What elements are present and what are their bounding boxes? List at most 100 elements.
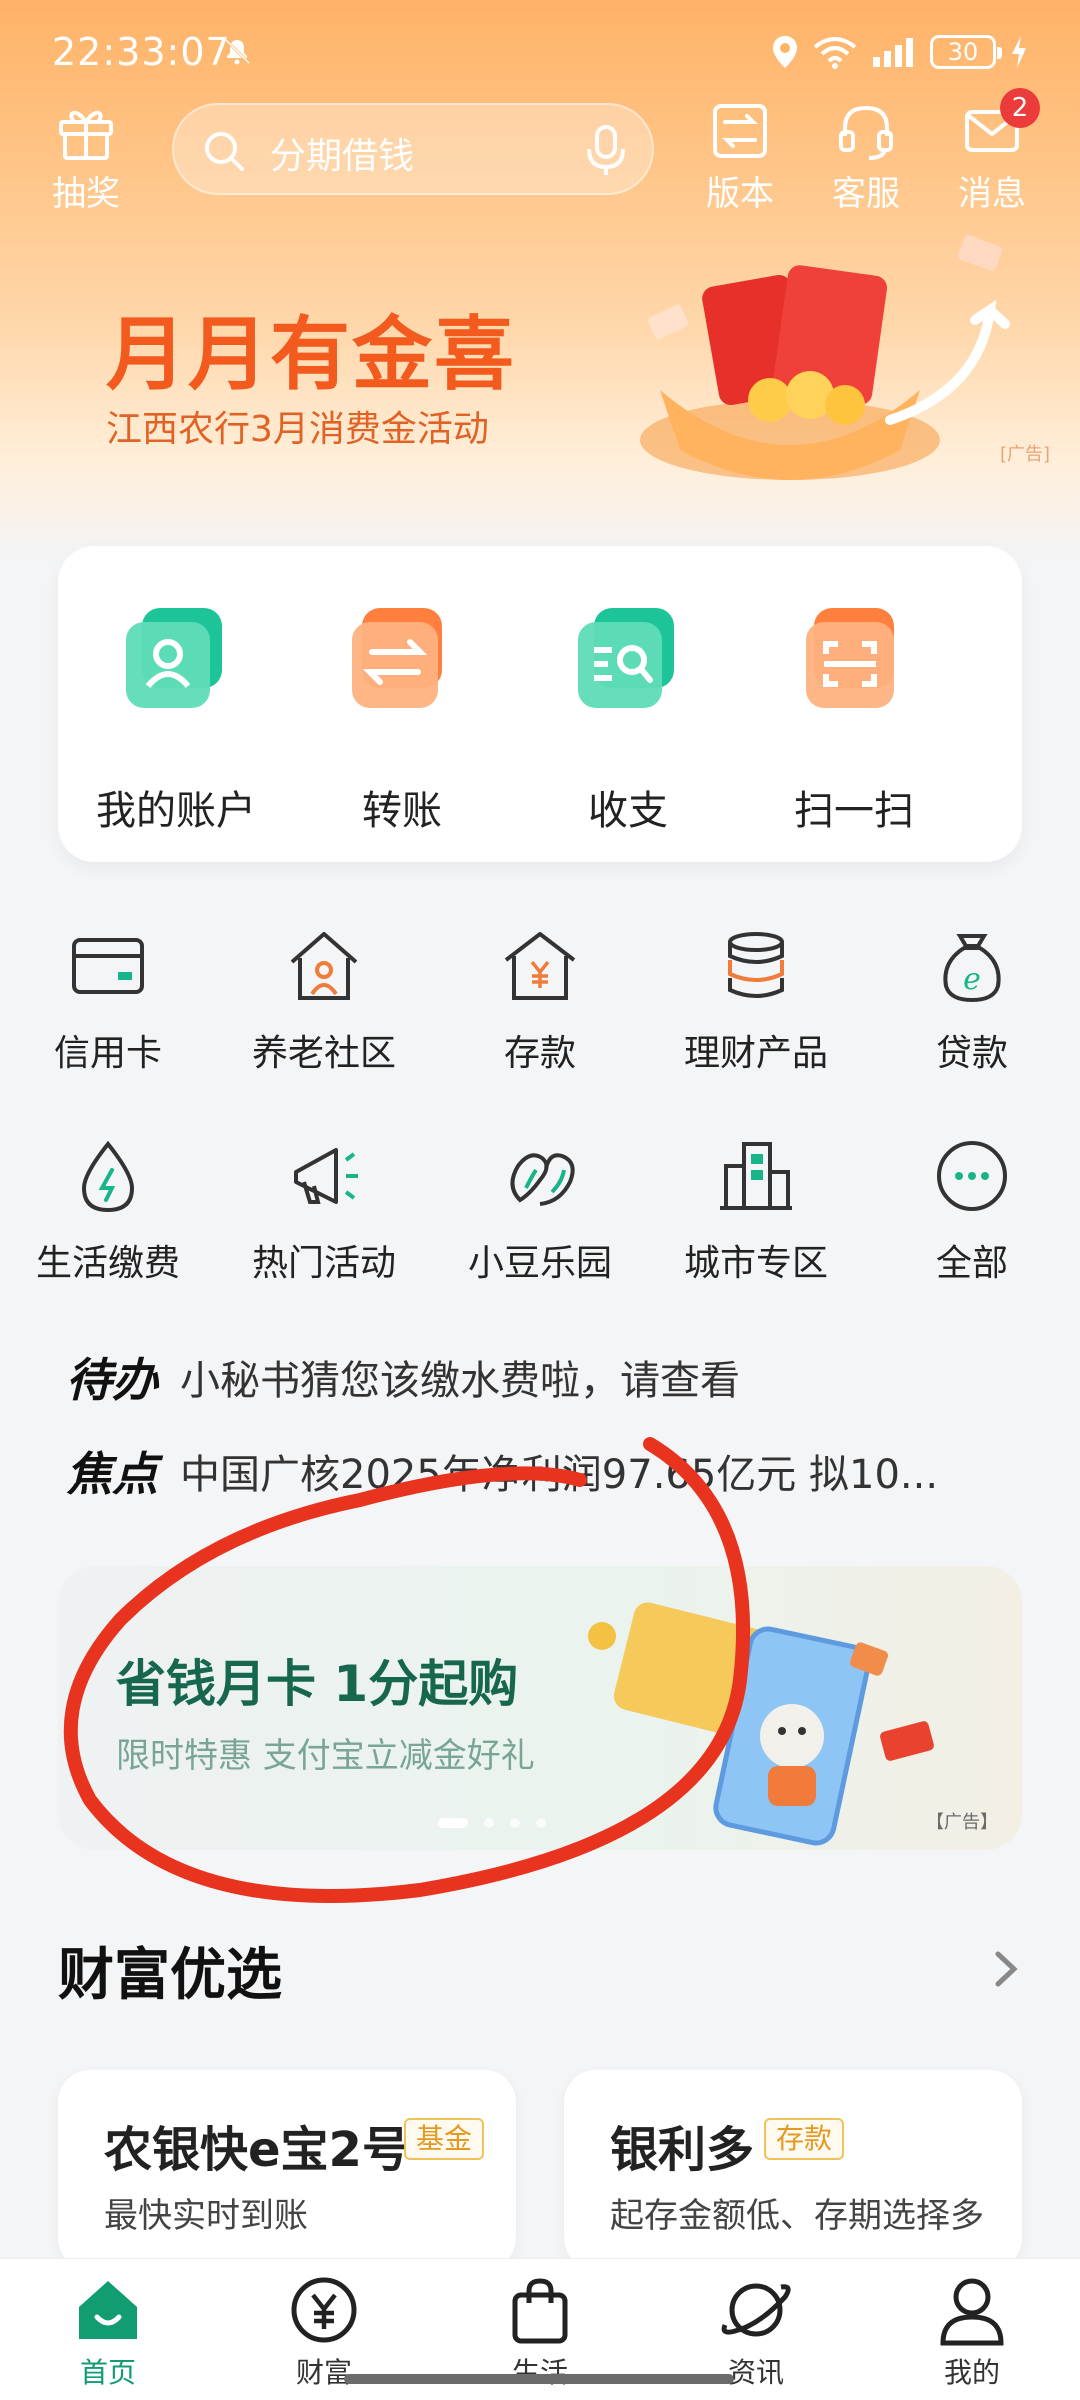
city-zone-icon xyxy=(720,1142,792,1210)
credit-card-icon xyxy=(72,938,144,994)
more-icon xyxy=(937,1141,1007,1211)
quick-actions-card: 我的账户 转账 收支 扫一扫 xyxy=(58,546,1022,862)
version-button[interactable]: 版本 xyxy=(680,100,800,220)
wifi-icon xyxy=(813,37,857,69)
wealth-card-name: 农银快e宝2号 xyxy=(104,2122,410,2178)
nav-label: 我的 xyxy=(943,2356,1000,2389)
service-utility-payment[interactable]: 生活缴费 xyxy=(8,1136,208,1286)
wealth-products-icon xyxy=(728,932,784,998)
ad-title: 省钱月卡 1分起购 xyxy=(116,1655,519,1713)
todo-message[interactable]: 小秘书猜您该缴水费啦，请查看 xyxy=(180,1348,740,1406)
service-label: 热门活动 xyxy=(251,1243,396,1284)
ad-label: 【广告】 xyxy=(926,1812,998,1833)
quick-action-label: 转账 xyxy=(362,788,442,834)
transfer-icon xyxy=(352,608,442,708)
nav-mine[interactable]: 我的 xyxy=(892,2273,1052,2391)
message-badge: 2 xyxy=(1000,88,1040,128)
service-label: 小豆乐园 xyxy=(467,1243,612,1284)
service-label: 存款 xyxy=(503,1033,576,1074)
service-label: 信用卡 xyxy=(53,1033,162,1074)
lottery-label: 抽奖 xyxy=(52,174,120,214)
nav-home[interactable]: 首页 xyxy=(28,2273,188,2391)
utility-payment-icon xyxy=(81,1140,135,1213)
service-label: 城市专区 xyxy=(683,1243,828,1284)
gift-icon xyxy=(59,110,113,160)
message-label: 消息 xyxy=(958,174,1026,214)
version-label: 版本 xyxy=(706,174,774,214)
person-icon xyxy=(940,2278,1004,2346)
service-city-zone[interactable]: 城市专区 xyxy=(656,1136,856,1286)
wealth-section-title: 财富优选 xyxy=(58,1943,282,2008)
todo-tag: 待办 xyxy=(66,1344,158,1410)
headset-icon xyxy=(839,105,893,160)
wealth-card-deposit[interactable]: 银利多 存款 起存金额低、存期选择多 xyxy=(564,2070,1022,2270)
quick-action-transfer[interactable]: 转账 xyxy=(302,602,502,836)
banner-ad-label: [广告] xyxy=(999,444,1050,465)
nav-label: 生活 xyxy=(511,2356,568,2389)
focus-notice[interactable]: 焦点 中国广核2025年净利润97.65亿元 拟10... xyxy=(66,1440,938,1502)
quick-action-income-expense[interactable]: 收支 xyxy=(528,602,728,836)
service-label: 理财产品 xyxy=(683,1033,828,1074)
service-wealth-products[interactable]: 理财产品 xyxy=(656,926,856,1076)
ad-subtitle: 限时特惠 支付宝立减金好礼 xyxy=(116,1736,535,1776)
service-kids-park[interactable]: 小豆乐园 xyxy=(440,1136,640,1286)
wealth-card-desc: 起存金额低、存期选择多 xyxy=(610,2196,984,2236)
charging-icon xyxy=(1012,36,1026,68)
wealth-card-fund[interactable]: 农银快e宝2号 基金 最快实时到账 xyxy=(58,2070,516,2270)
location-icon xyxy=(773,36,797,68)
quick-action-scan[interactable]: 扫一扫 xyxy=(754,602,954,836)
quick-action-label: 我的账户 xyxy=(96,788,256,834)
service-hot-events[interactable]: 热门活动 xyxy=(224,1136,424,1286)
hot-events-icon xyxy=(294,1148,358,1204)
service-label: 养老社区 xyxy=(251,1033,396,1074)
service-all[interactable]: 全部 xyxy=(872,1136,1072,1286)
quick-action-label: 扫一扫 xyxy=(794,788,914,834)
service-credit-card[interactable]: 信用卡 xyxy=(8,926,208,1076)
red-envelope-gift-box-illustration[interactable] xyxy=(580,220,1050,500)
loan-icon: e xyxy=(943,934,1001,1003)
service-loan[interactable]: e 贷款 xyxy=(872,926,1072,1076)
income-expense-icon xyxy=(578,608,674,708)
ad-banner[interactable]: 省钱月卡 1分起购 限时特惠 支付宝立减金好礼 【广告】 xyxy=(58,1566,1022,1850)
planet-icon xyxy=(721,2283,791,2337)
battery-indicator: 30 xyxy=(930,35,1002,69)
microphone-icon[interactable] xyxy=(584,125,628,177)
customer-service-button[interactable]: 客服 xyxy=(806,100,926,220)
home-page: 22:33:07 30 抽奖 分期借钱 版本 客服 消息 2 月月有金喜 江西农… xyxy=(0,0,1080,2400)
service-elderly-community[interactable]: 养老社区 xyxy=(224,926,424,1076)
kids-park-icon xyxy=(510,1153,575,1206)
signal-icon xyxy=(873,38,913,67)
quick-action-label: 收支 xyxy=(588,788,668,834)
elderly-community-icon xyxy=(290,932,358,1000)
search-placeholder: 分期借钱 xyxy=(270,136,415,177)
nav-label: 资讯 xyxy=(727,2356,784,2389)
lottery-button[interactable]: 抽奖 xyxy=(26,100,146,220)
account-icon xyxy=(126,608,222,708)
banner-title[interactable]: 月月有金喜 xyxy=(106,290,516,406)
home-indicator[interactable] xyxy=(344,2374,734,2384)
quick-action-my-account[interactable]: 我的账户 xyxy=(76,602,276,836)
nav-label: 财富 xyxy=(295,2356,352,2389)
phone-mascot-illustration xyxy=(588,1602,934,1846)
search-input[interactable]: 分期借钱 xyxy=(172,103,654,195)
todo-notice[interactable]: 待办 小秘书猜您该缴水费啦，请查看 xyxy=(66,1346,740,1408)
messages-button[interactable]: 消息 2 xyxy=(932,88,1052,220)
status-bar: 22:33:07 30 xyxy=(0,0,1080,100)
service-deposit[interactable]: 存款 xyxy=(440,926,640,1076)
service-label: 客服 xyxy=(832,174,900,214)
version-switch-icon xyxy=(713,104,767,158)
focus-tag: 焦点 xyxy=(66,1438,158,1504)
nav-label: 首页 xyxy=(79,2356,136,2389)
svg-text:e: e xyxy=(963,962,981,997)
chevron-right-icon[interactable] xyxy=(988,1944,1024,1994)
scan-icon xyxy=(806,608,894,708)
status-right-group: 30 xyxy=(772,32,1028,72)
banner-subtitle[interactable]: 江西农行3月消费金活动 xyxy=(106,400,489,452)
carousel-dots xyxy=(438,1818,546,1828)
deposit-icon xyxy=(504,932,576,1000)
bell-muted-icon xyxy=(224,38,251,65)
search-icon xyxy=(205,132,244,171)
service-label: 贷款 xyxy=(935,1033,1008,1074)
yuan-coin-icon xyxy=(291,2277,357,2343)
focus-message[interactable]: 中国广核2025年净利润97.65亿元 拟10... xyxy=(180,1442,938,1500)
